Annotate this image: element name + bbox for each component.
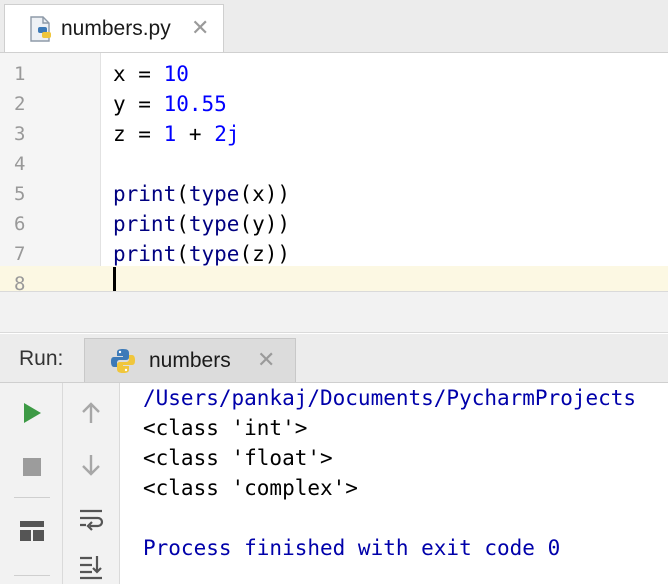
text-caret	[113, 267, 116, 291]
code-token: (z))	[239, 242, 291, 266]
console-output-line: <class 'complex'>	[143, 476, 358, 500]
run-tool-window-header: Run: numbers ✕	[0, 334, 668, 383]
editor-tab-title: numbers.py	[61, 17, 171, 40]
layout-icon	[20, 521, 44, 541]
rerun-button[interactable]	[12, 393, 52, 433]
next-occurrence-button[interactable]	[71, 445, 111, 485]
code-line-6: print(type(y))	[113, 209, 290, 239]
console-output-line: <class 'float'>	[143, 446, 333, 470]
console-exit-line: Process finished with exit code 0	[143, 536, 561, 560]
arrow-down-icon	[82, 455, 100, 476]
stop-icon	[23, 458, 41, 476]
code-token: +	[176, 122, 215, 146]
code-token: (	[176, 212, 189, 236]
soft-wrap-icon	[80, 509, 104, 531]
code-token: (y))	[239, 212, 291, 236]
code-token-builtin: print	[113, 212, 177, 236]
code-token-number: 10.55	[163, 92, 227, 116]
line-number: 6	[14, 213, 26, 235]
line-number: 3	[14, 123, 26, 145]
code-token: x	[113, 62, 126, 86]
code-token: (	[176, 242, 189, 266]
code-token: =	[125, 122, 164, 146]
console-actions-toolbar	[63, 383, 120, 584]
console-output-line: <class 'int'>	[143, 416, 308, 440]
editor-run-divider[interactable]	[0, 291, 668, 333]
line-number: 5	[14, 183, 26, 205]
console-path-line: /Users/pankaj/Documents/PycharmProjects	[143, 386, 637, 410]
previous-occurrence-button[interactable]	[71, 393, 111, 433]
line-number: 4	[14, 153, 26, 175]
scroll-to-end-icon	[80, 556, 102, 580]
run-tab-numbers[interactable]: numbers ✕	[84, 338, 296, 382]
line-number: 8	[14, 273, 26, 291]
soft-wrap-button[interactable]	[71, 499, 111, 539]
code-token-builtin: type	[188, 182, 240, 206]
code-token-builtin: type	[188, 242, 240, 266]
code-token: =	[125, 62, 164, 86]
python-icon	[111, 349, 135, 373]
code-line-3: z = 1 + 2j	[113, 119, 239, 149]
code-token: y	[113, 92, 126, 116]
scroll-to-end-button[interactable]	[71, 547, 111, 587]
code-token: (	[176, 182, 189, 206]
run-tab-title: numbers	[149, 349, 231, 372]
toolbar-divider	[14, 497, 50, 498]
arrow-up-icon	[82, 402, 100, 423]
code-line-2: y = 10.55	[113, 89, 227, 119]
code-token: =	[125, 92, 164, 116]
line-number: 2	[14, 93, 26, 115]
console-output[interactable]: /Users/pankaj/Documents/PycharmProjects …	[120, 383, 668, 584]
code-line-7: print(type(z))	[113, 239, 290, 269]
code-token-builtin: type	[188, 212, 240, 236]
play-icon	[24, 403, 41, 423]
code-token: (x))	[239, 182, 291, 206]
code-token-number: 2j	[214, 122, 240, 146]
line-number: 7	[14, 243, 26, 265]
restore-layout-button[interactable]	[12, 511, 52, 551]
run-label: Run:	[19, 347, 64, 370]
run-actions-toolbar	[0, 383, 63, 584]
code-line-1: x = 10	[113, 59, 189, 89]
toolbar-divider	[14, 575, 50, 576]
python-file-icon	[30, 16, 51, 42]
editor-tab-bar: numbers.py ✕	[0, 0, 668, 53]
code-token-builtin: print	[113, 242, 177, 266]
code-token: z	[113, 122, 126, 146]
close-icon[interactable]: ✕	[257, 346, 275, 374]
current-line-highlight	[0, 266, 668, 291]
editor-tab-numbers-py[interactable]: numbers.py ✕	[4, 4, 224, 52]
code-editor[interactable]: 1 2 3 4 5 6 7 8 x = 10 y = 10.55 z = 1 +…	[0, 53, 668, 291]
line-number: 1	[14, 63, 26, 85]
code-token-builtin: print	[113, 182, 177, 206]
close-icon[interactable]: ✕	[191, 14, 209, 42]
code-token-number: 1	[163, 122, 177, 146]
code-line-5: print(type(x))	[113, 179, 290, 209]
stop-button[interactable]	[12, 447, 52, 487]
code-token-number: 10	[163, 62, 189, 86]
